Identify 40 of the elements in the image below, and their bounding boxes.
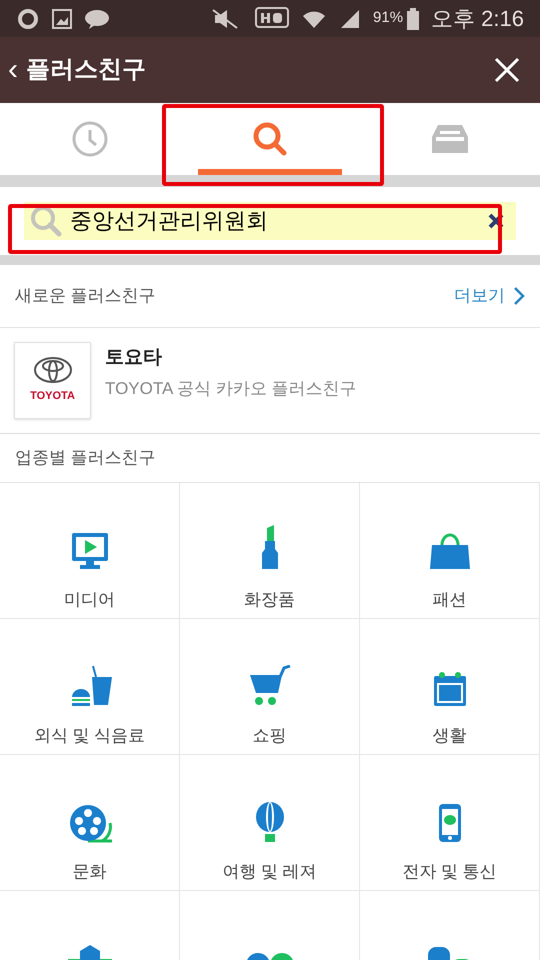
bag-icon xyxy=(428,531,472,571)
tray-icon xyxy=(430,123,470,155)
friend-description: TOYOTA 공식 카카오 플러스친구 xyxy=(105,378,357,400)
section-title: 업종별 플러스친구 xyxy=(15,447,156,470)
category-tile[interactable]: 전자 및 통신 xyxy=(360,755,540,891)
cart-icon xyxy=(248,665,292,707)
category-tile[interactable]: 문화 xyxy=(0,755,180,891)
category-tile[interactable]: 패션 xyxy=(360,483,540,619)
more-link[interactable]: 더보기 xyxy=(454,283,525,309)
film-reel-icon xyxy=(68,803,112,843)
hd-icon xyxy=(255,6,290,30)
search-icon xyxy=(251,120,289,158)
signal-icon xyxy=(339,8,362,30)
emblem-icon xyxy=(32,356,72,384)
category-tile[interactable]: 외식 및 식음료 xyxy=(0,619,180,755)
category-tile[interactable]: 미디어 xyxy=(0,483,180,619)
friend-row[interactable]: TOYOTA 토요타 TOYOTA 공식 카카오 플러스친구 xyxy=(0,328,540,434)
category-tile[interactable]: 쇼핑 xyxy=(180,619,360,755)
logo-text: TOYOTA xyxy=(30,389,75,404)
chat-bubble-icon xyxy=(84,8,110,30)
battery-icon xyxy=(407,8,420,30)
section-title: 새로운 플러스친구 xyxy=(15,285,156,308)
calendar-icon xyxy=(432,671,466,707)
back-button[interactable]: ‹ 플러스친구 xyxy=(8,52,146,88)
app-icon xyxy=(16,8,40,30)
gallery-icon xyxy=(52,8,72,30)
lipstick-icon xyxy=(260,525,280,571)
close-button[interactable] xyxy=(494,57,520,83)
clock-icon xyxy=(71,120,109,158)
chevron-icon xyxy=(513,286,525,306)
phone-icon xyxy=(438,803,462,843)
category-tile[interactable]: 여행 및 레져 xyxy=(180,755,360,891)
balloon-icon xyxy=(254,801,284,843)
clock: 오후 2:16 xyxy=(431,5,524,33)
category-tile[interactable]: 화장품 xyxy=(180,483,360,619)
battery-percent: 91% xyxy=(373,8,404,28)
friend-name: 토요타 xyxy=(105,346,163,370)
clear-icon[interactable] xyxy=(488,213,504,229)
monitor-icon xyxy=(70,531,110,571)
category-tile[interactable]: 생활 xyxy=(360,619,540,755)
